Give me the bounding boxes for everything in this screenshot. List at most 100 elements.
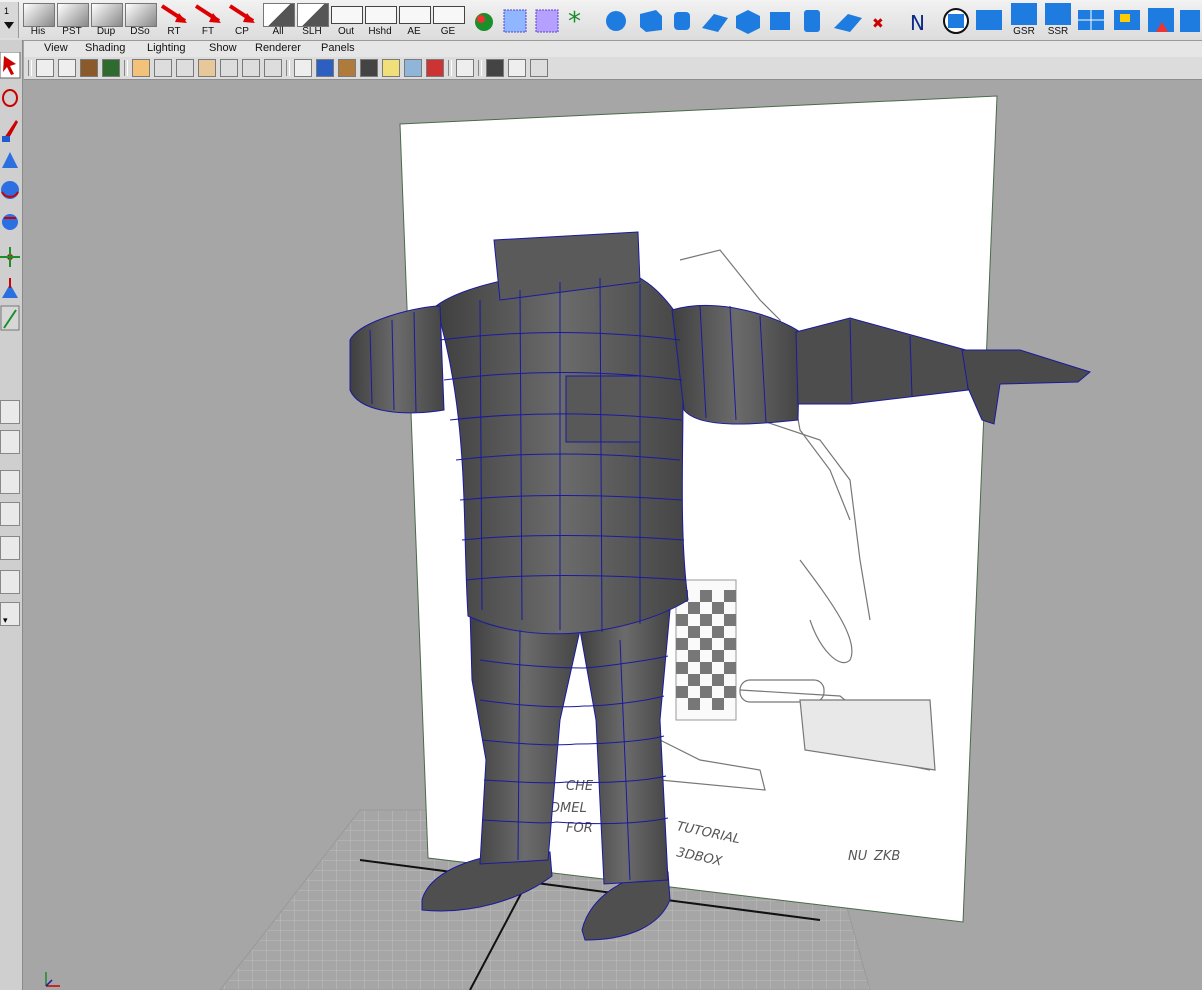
sketch-text: DMEL: [550, 801, 587, 816]
shelf-button-dso[interactable]: DSo: [124, 2, 157, 38]
shelf-button-dup[interactable]: Dup: [90, 2, 123, 38]
wireframe-icon[interactable]: [294, 59, 312, 77]
safe-title-icon[interactable]: [264, 59, 282, 77]
sketch-signature: ZKB: [873, 849, 900, 864]
shelf-button-label: AE: [407, 26, 421, 37]
cube-icon[interactable]: [640, 10, 662, 32]
shelf-button-ssr[interactable]: SSR: [1042, 2, 1074, 38]
shelf-button-out[interactable]: Out: [330, 2, 363, 38]
chamfer-icon[interactable]: [1180, 10, 1200, 32]
soft-mod-tool-icon[interactable]: [2, 278, 18, 298]
smooth-subdiv-icon: [1045, 3, 1071, 25]
rotate-tool-icon[interactable]: [1, 181, 19, 199]
render-sphere-icon[interactable]: [475, 13, 493, 31]
select-tool-icon[interactable]: [0, 52, 21, 79]
bookmark-icon[interactable]: [80, 59, 98, 77]
lasso-tool-icon[interactable]: [2, 89, 18, 107]
paint-tool-icon[interactable]: [2, 120, 18, 142]
menu-panels[interactable]: Panels: [321, 42, 355, 54]
shelf-button-label: RT: [167, 26, 181, 37]
shelf-button-all[interactable]: All: [262, 2, 295, 38]
show-manipulator-icon[interactable]: [0, 305, 20, 331]
poly-cube-icon[interactable]: [770, 12, 790, 30]
scale-tool-icon[interactable]: [2, 214, 18, 230]
asterisk-icon[interactable]: *: [568, 7, 581, 37]
menu-view[interactable]: View: [44, 42, 68, 54]
cylinder-icon[interactable]: [674, 12, 690, 30]
snapshot-icon[interactable]: [530, 59, 548, 77]
grid-icon[interactable]: [132, 59, 150, 77]
left-sleeve: [349, 305, 445, 414]
shelf-button-slh[interactable]: SLH: [296, 2, 329, 38]
camera-attributes-icon[interactable]: [58, 59, 76, 77]
panel-toolbar: [24, 57, 1202, 80]
all-lights-icon[interactable]: [382, 59, 400, 77]
duplicate-icon: [91, 3, 123, 27]
shelf-button-label: Dup: [96, 26, 116, 37]
frame-selection-icon[interactable]: [456, 59, 474, 77]
wireframe-on-shaded-icon[interactable]: [486, 59, 504, 77]
freeze-transform-icon: [193, 3, 223, 25]
shelf-button-cp[interactable]: CP: [226, 2, 258, 38]
toolbox: ▾: [0, 40, 23, 990]
layout-persp-uv[interactable]: [0, 570, 20, 594]
shelf-button-pst[interactable]: PST: [56, 2, 89, 38]
split-polygon-icon[interactable]: [1078, 10, 1104, 30]
layout-persp-outliner[interactable]: [0, 470, 20, 494]
cube-deform-icon[interactable]: [535, 9, 559, 33]
menu-shading[interactable]: Shading: [85, 42, 125, 54]
layout-four-view[interactable]: [0, 430, 20, 454]
field-chart-icon[interactable]: [220, 59, 238, 77]
use-default-lights-icon[interactable]: [360, 59, 378, 77]
merge-vertices-icon[interactable]: ✖: [872, 16, 884, 32]
gate-mask-icon[interactable]: [198, 59, 216, 77]
plane-icon[interactable]: [702, 14, 728, 32]
film-gate-icon[interactable]: [154, 59, 172, 77]
panel-menubar: View Shading Lighting Show Renderer Pane…: [24, 41, 1202, 58]
isolate-select-icon[interactable]: [426, 59, 444, 77]
textured-icon[interactable]: [338, 59, 356, 77]
shelf-button-ae[interactable]: AE: [398, 2, 431, 38]
sculpt-icon[interactable]: [943, 8, 969, 34]
layout-persp-graph[interactable]: [0, 502, 20, 526]
resolution-gate-icon[interactable]: [176, 59, 194, 77]
image-plane-icon[interactable]: [102, 59, 120, 77]
sketch-text: CHE: [566, 779, 594, 794]
hud-icon[interactable]: [508, 59, 526, 77]
poly-cylinder-icon[interactable]: [804, 10, 820, 32]
layout-hypershade[interactable]: [0, 536, 20, 560]
shelf-button-hshd[interactable]: Hshd: [364, 2, 397, 38]
shelf-button-his[interactable]: His: [22, 2, 55, 38]
svg-text:N: N: [910, 11, 925, 35]
poly-plane-icon[interactable]: [834, 14, 862, 32]
safe-action-icon[interactable]: [242, 59, 260, 77]
layout-menu-arrow[interactable]: ▾: [3, 615, 8, 626]
bevel-icon[interactable]: [1148, 8, 1174, 32]
menu-show[interactable]: Show: [209, 42, 237, 54]
right-sleeve: [671, 305, 801, 425]
select-camera-icon[interactable]: [36, 59, 54, 77]
cube-select-icon[interactable]: [503, 9, 527, 33]
sphere-icon[interactable]: [606, 11, 626, 31]
move-tool-icon[interactable]: [2, 152, 18, 168]
sketch-signature: NU: [848, 849, 868, 864]
shelf-button-label: CP: [235, 26, 249, 37]
extrude-icon[interactable]: [1114, 10, 1140, 30]
curve-icon[interactable]: N: [910, 11, 925, 35]
shelf-button-label: SSR: [1047, 26, 1069, 37]
poly-sphere-icon[interactable]: [736, 10, 760, 34]
perspective-viewport[interactable]: CHE DMEL TUTORIAL FOR 3DBOX NU ZKB: [24, 80, 1202, 990]
shelf-button-ft[interactable]: FT: [192, 2, 224, 38]
paste-icon: [57, 3, 89, 27]
shelf-button-gsr[interactable]: GSR: [1008, 2, 1040, 38]
shelf-button-rt[interactable]: RT: [158, 2, 190, 38]
menu-lighting[interactable]: Lighting: [147, 42, 186, 54]
menu-renderer[interactable]: Renderer: [255, 42, 301, 54]
xray-icon[interactable]: [404, 59, 422, 77]
layout-single-perspective[interactable]: [0, 400, 20, 424]
manipulator-tool-icon[interactable]: [0, 247, 20, 267]
smooth-shade-icon[interactable]: [316, 59, 334, 77]
shelf-tab-menu[interactable]: 1: [0, 2, 19, 38]
shelf-button-ge[interactable]: GE: [432, 2, 465, 38]
smooth-mesh-icon[interactable]: [976, 10, 1002, 30]
